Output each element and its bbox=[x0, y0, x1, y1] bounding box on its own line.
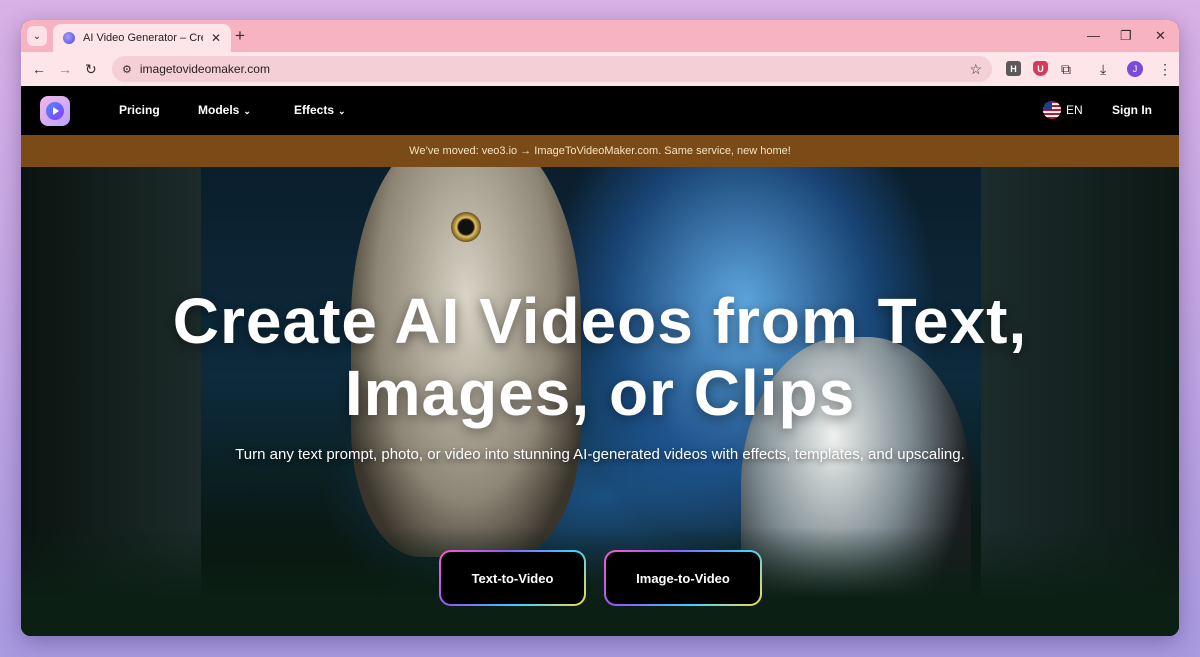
avatar[interactable]: J bbox=[1127, 61, 1143, 77]
browser-toolbar: ← → ↻ ⚙ imagetovideomaker.com ☆ H U ⧉ ⤓ … bbox=[21, 52, 1179, 86]
window-close-icon[interactable]: ✕ bbox=[1155, 26, 1166, 46]
site-info-icon[interactable]: ⚙ bbox=[122, 63, 132, 76]
hero-title-line-2: Images, or Clips bbox=[344, 357, 856, 429]
owl-eye bbox=[451, 212, 481, 242]
logo[interactable] bbox=[40, 96, 70, 126]
restore-icon[interactable]: ❐ bbox=[1120, 26, 1132, 46]
back-icon[interactable]: ← bbox=[32, 60, 46, 78]
tab-title: AI Video Generator – Create Vid bbox=[83, 32, 203, 44]
sign-in-link[interactable]: Sign In bbox=[1112, 103, 1152, 117]
tab-strip: ⌄ AI Video Generator – Create Vid ✕ + — … bbox=[21, 20, 1179, 52]
hero-subtitle: Turn any text prompt, photo, or video in… bbox=[235, 446, 965, 463]
bookmark-star-icon[interactable]: ☆ bbox=[969, 61, 982, 78]
forward-icon[interactable]: → bbox=[58, 60, 72, 78]
menu-kebab-icon[interactable]: ⋮ bbox=[1158, 60, 1172, 78]
us-flag-icon[interactable] bbox=[1043, 101, 1061, 119]
banner-text: We’ve moved: veo3.io → ImageToVideoMaker… bbox=[409, 145, 791, 157]
text-to-video-button[interactable]: Text-to-Video bbox=[439, 550, 586, 606]
nav-models-label: Models bbox=[198, 103, 240, 117]
chevron-down-icon: ⌄ bbox=[32, 30, 42, 42]
web-page: Pricing Models ⌄ Effects ⌄ EN Sign In We’v… bbox=[21, 86, 1179, 636]
url-text[interactable]: imagetovideomaker.com bbox=[140, 62, 970, 76]
play-logo-icon bbox=[46, 102, 64, 120]
h-extension-icon[interactable]: H bbox=[1006, 61, 1021, 76]
download-icon[interactable]: ⤓ bbox=[1100, 60, 1106, 78]
close-icon[interactable]: ✕ bbox=[211, 31, 221, 45]
chevron-down-icon: ⌄ bbox=[243, 106, 251, 116]
shield-extension-icon[interactable]: U bbox=[1033, 61, 1048, 76]
browser-tab[interactable]: AI Video Generator – Create Vid ✕ bbox=[53, 24, 231, 52]
moved-banner: We’ve moved: veo3.io → ImageToVideoMaker… bbox=[21, 135, 1179, 167]
image-to-video-button[interactable]: Image-to-Video bbox=[604, 550, 762, 606]
hero-section: Create AI Videos from Text, Images, or C… bbox=[21, 167, 1179, 636]
language-selector[interactable]: EN bbox=[1066, 103, 1083, 117]
site-favicon-icon bbox=[63, 32, 75, 44]
new-tab-button[interactable]: + bbox=[235, 26, 245, 46]
address-bar[interactable]: ⚙ imagetovideomaker.com ☆ bbox=[112, 56, 992, 82]
nav-effects[interactable]: Effects ⌄ bbox=[294, 103, 346, 117]
nav-effects-label: Effects bbox=[294, 103, 335, 117]
reload-icon[interactable]: ↻ bbox=[85, 60, 97, 78]
browser-window: ⌄ AI Video Generator – Create Vid ✕ + — … bbox=[21, 20, 1179, 636]
tab-search-button[interactable]: ⌄ bbox=[27, 26, 47, 46]
text-to-video-label: Text-to-Video bbox=[471, 570, 554, 586]
chevron-down-icon: ⌄ bbox=[338, 106, 346, 116]
hero-title-line-1: Create AI Videos from Text, bbox=[172, 285, 1028, 357]
site-navbar: Pricing Models ⌄ Effects ⌄ EN Sign In bbox=[21, 86, 1179, 135]
minimize-icon[interactable]: — bbox=[1087, 26, 1100, 46]
forest-floor bbox=[21, 527, 1179, 636]
nav-models[interactable]: Models ⌄ bbox=[198, 103, 251, 117]
hero-title: Create AI Videos from Text, Images, or C… bbox=[21, 285, 1179, 429]
nav-pricing[interactable]: Pricing bbox=[119, 103, 160, 117]
extensions-puzzle-icon[interactable]: ⧉ bbox=[1061, 60, 1071, 78]
image-to-video-label: Image-to-Video bbox=[636, 570, 730, 586]
